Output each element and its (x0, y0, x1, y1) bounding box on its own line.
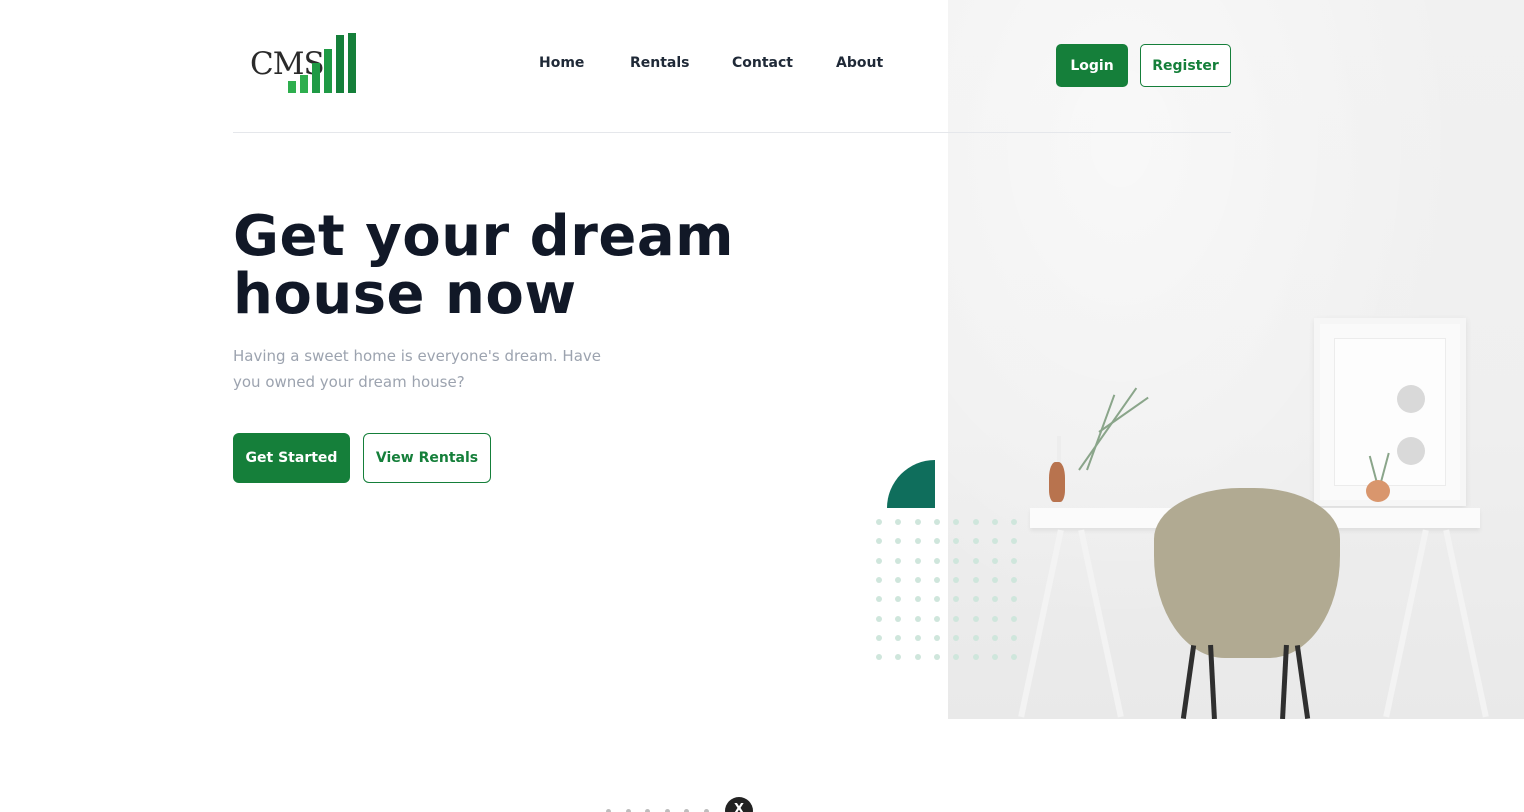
pattern-dot (895, 538, 902, 545)
pattern-dot (991, 634, 998, 641)
pattern-dot (953, 519, 960, 525)
pattern-dot (1011, 634, 1018, 641)
pattern-dot (1011, 519, 1018, 525)
plant-pot-illustration (1366, 480, 1390, 502)
get-started-button[interactable]: Get Started (233, 433, 350, 483)
chair-illustration (1154, 488, 1340, 658)
pattern-dot (953, 576, 960, 583)
quarter-circle-decoration (887, 460, 935, 508)
nav-item-home[interactable]: Home (539, 55, 584, 71)
pattern-dot (895, 596, 902, 603)
hero-title: Get your dream house now (233, 204, 734, 327)
pattern-dot (953, 596, 960, 603)
hero-image (948, 0, 1524, 719)
pattern-dot (991, 538, 998, 545)
pattern-dot (991, 557, 998, 564)
pattern-dot (914, 538, 921, 545)
pattern-dot (914, 615, 921, 622)
nav-item-contact[interactable]: Contact (732, 55, 793, 71)
pattern-dot (914, 519, 921, 525)
pattern-dot (991, 519, 998, 525)
pattern-dot (1011, 654, 1018, 661)
dot-pattern-decoration (876, 519, 1026, 664)
pattern-dot (953, 654, 960, 661)
pattern-dot (1011, 615, 1018, 622)
pattern-dot (972, 557, 979, 564)
pattern-dot (914, 654, 921, 661)
pattern-dot (876, 654, 882, 661)
pattern-dot (895, 654, 902, 661)
pattern-dot (933, 576, 940, 583)
pattern-dot (1011, 557, 1018, 564)
pattern-dot (991, 615, 998, 622)
pattern-dot (933, 596, 940, 603)
close-widget-button[interactable]: X (725, 797, 753, 812)
pattern-dot (933, 519, 940, 525)
login-button[interactable]: Login (1056, 44, 1128, 87)
pattern-dot (953, 615, 960, 622)
pattern-dot (953, 538, 960, 545)
pattern-dot (972, 519, 979, 525)
pattern-dot (876, 596, 882, 603)
pattern-dot (972, 615, 979, 622)
nav-item-rentals[interactable]: Rentals (630, 55, 690, 71)
pattern-dot (991, 576, 998, 583)
brand-logo[interactable]: CMS (250, 33, 370, 95)
pattern-dot (895, 519, 902, 525)
pattern-dot (895, 615, 902, 622)
pattern-dot (991, 596, 998, 603)
pattern-dot (933, 654, 940, 661)
register-button[interactable]: Register (1140, 44, 1231, 87)
vase-illustration (1049, 462, 1065, 502)
pattern-dot (876, 538, 882, 545)
pattern-dot (914, 576, 921, 583)
pattern-dot (933, 538, 940, 545)
pattern-dot (933, 557, 940, 564)
pattern-dot (895, 557, 902, 564)
pattern-dot (876, 615, 882, 622)
pattern-dot (953, 634, 960, 641)
pattern-dot (895, 634, 902, 641)
pattern-dot (933, 615, 940, 622)
pattern-dot (972, 634, 979, 641)
pattern-dot (972, 596, 979, 603)
pattern-dot (972, 654, 979, 661)
pattern-dot (953, 557, 960, 564)
hero-subtitle: Having a sweet home is everyone's dream.… (233, 347, 602, 391)
header-divider (233, 132, 1231, 133)
nav-item-about[interactable]: About (836, 55, 883, 71)
pattern-dot (1011, 576, 1018, 583)
pattern-dot (876, 634, 882, 641)
view-rentals-button[interactable]: View Rentals (363, 433, 491, 483)
pattern-dot (914, 634, 921, 641)
wall-frame-illustration (1314, 318, 1466, 506)
pattern-dot (991, 654, 998, 661)
pattern-dot (876, 519, 882, 525)
pattern-dot (895, 576, 902, 583)
pattern-dot (1011, 596, 1018, 603)
pattern-dot (914, 557, 921, 564)
pattern-dot (1011, 538, 1018, 545)
pattern-dot (972, 538, 979, 545)
pattern-dot (972, 576, 979, 583)
pattern-dot (933, 634, 940, 641)
pattern-dot (876, 576, 882, 583)
pattern-dot (876, 557, 882, 564)
pattern-dot (914, 596, 921, 603)
